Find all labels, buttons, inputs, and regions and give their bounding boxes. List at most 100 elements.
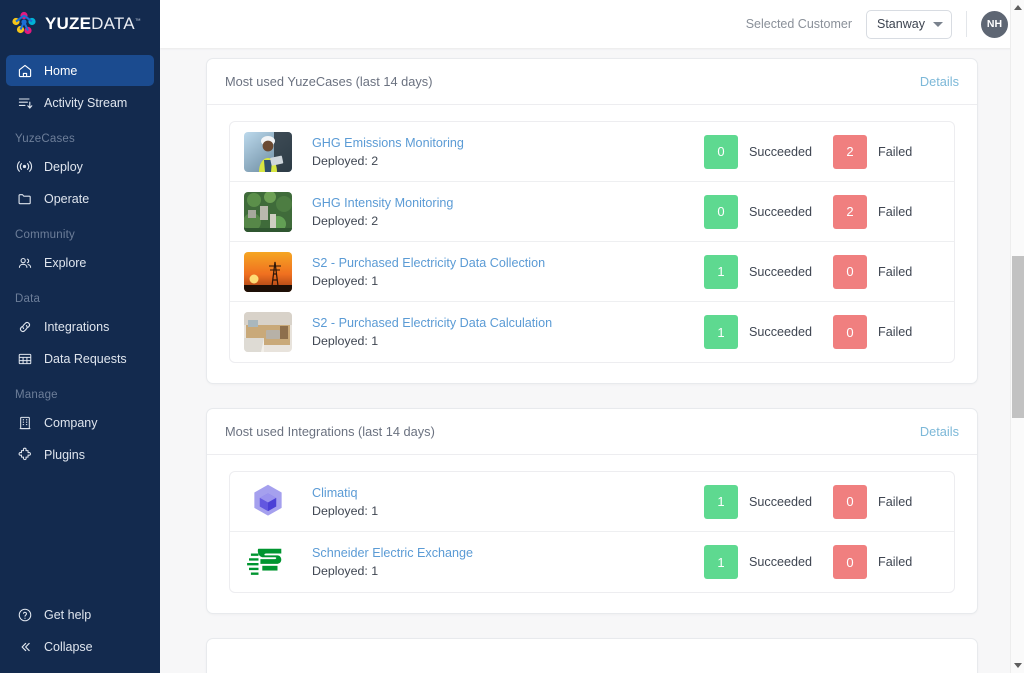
- brand-name-bold: YUZE: [45, 14, 91, 33]
- sidebar-item-get-help-label: Get help: [44, 608, 91, 622]
- list-item[interactable]: S2 - Purchased Electricity Data Collecti…: [230, 242, 954, 302]
- sidebar-item-plugins[interactable]: Plugins: [6, 439, 154, 470]
- details-link[interactable]: Details: [920, 424, 959, 439]
- chevron-down-icon: [933, 22, 943, 27]
- list-item-name[interactable]: Climatiq: [312, 486, 704, 500]
- failed-stat: 2 Failed: [833, 195, 940, 229]
- list-item-stats: 1 Succeeded 0 Failed: [704, 315, 940, 349]
- content-scroll-area[interactable]: Most used YuzeCases (last 14 days) Detai…: [160, 48, 1024, 673]
- succeeded-stat: 1 Succeeded: [704, 315, 811, 349]
- sidebar-item-explore[interactable]: Explore: [6, 247, 154, 278]
- most-used-yuzecases-card: Most used YuzeCases (last 14 days) Detai…: [206, 58, 978, 384]
- sidebar-item-collapse[interactable]: Collapse: [6, 631, 154, 662]
- selected-customer-label: Selected Customer: [746, 17, 852, 31]
- succeeded-stat: 0 Succeeded: [704, 195, 811, 229]
- list-item-name[interactable]: Schneider Electric Exchange: [312, 546, 704, 560]
- office-desk-photo: [244, 312, 292, 352]
- table-icon: [16, 350, 33, 367]
- succeeded-stat: 0 Succeeded: [704, 135, 811, 169]
- list-item-subtitle: Deployed: 1: [312, 274, 704, 288]
- list-item-texts: Schneider Electric Exchange Deployed: 1: [312, 546, 704, 578]
- sidebar-item-data-requests-label: Data Requests: [44, 352, 127, 366]
- sidebar-item-plugins-label: Plugins: [44, 448, 85, 462]
- broadcast-icon: [16, 158, 33, 175]
- brand-name-light: DATA: [91, 14, 135, 33]
- card-header: Most used Integrations (last 14 days) De…: [207, 409, 977, 455]
- sidebar-item-activity-stream[interactable]: Activity Stream: [6, 87, 154, 118]
- list-item-texts: GHG Intensity Monitoring Deployed: 2: [312, 196, 704, 228]
- card-header: [207, 639, 977, 673]
- sidebar-item-get-help[interactable]: Get help: [6, 599, 154, 630]
- customer-select[interactable]: Stanway: [866, 10, 952, 39]
- aerial-green-city-photo: [244, 192, 292, 232]
- sidebar-item-home[interactable]: Home: [6, 55, 154, 86]
- sidebar-item-activity-stream-label: Activity Stream: [44, 96, 127, 110]
- failed-label: Failed: [878, 205, 940, 219]
- yuzedata-logo-icon: [11, 11, 37, 37]
- brand-trademark: ™: [135, 18, 141, 24]
- most-used-integrations-card: Most used Integrations (last 14 days) De…: [206, 408, 978, 614]
- sidebar-group-manage: Manage: [0, 375, 160, 406]
- list-item-name[interactable]: S2 - Purchased Electricity Data Calculat…: [312, 316, 704, 330]
- sidebar-item-data-requests[interactable]: Data Requests: [6, 343, 154, 374]
- home-icon: [16, 62, 33, 79]
- list-item[interactable]: S2 - Purchased Electricity Data Calculat…: [230, 302, 954, 362]
- scroll-down-arrow-icon[interactable]: [1014, 663, 1022, 668]
- list-item-texts: S2 - Purchased Electricity Data Collecti…: [312, 256, 704, 288]
- question-circle-icon: [16, 606, 33, 623]
- vertical-scrollbar[interactable]: [1010, 0, 1024, 673]
- sidebar-item-integrations[interactable]: Integrations: [6, 311, 154, 342]
- succeeded-stat: 1 Succeeded: [704, 485, 811, 519]
- sidebar-spacer: [0, 471, 160, 598]
- succeeded-label: Succeeded: [749, 205, 811, 219]
- link-icon: [16, 318, 33, 335]
- card-body: GHG Emissions Monitoring Deployed: 2 0 S…: [207, 105, 977, 383]
- brand-logo[interactable]: YUZEDATA™: [0, 0, 160, 48]
- people-icon: [16, 254, 33, 271]
- card-header: Most used YuzeCases (last 14 days) Detai…: [207, 59, 977, 105]
- list-item[interactable]: GHG Emissions Monitoring Deployed: 2 0 S…: [230, 122, 954, 182]
- scroll-up-arrow-icon[interactable]: [1014, 5, 1022, 10]
- power-lines-sunset-photo: [244, 252, 292, 292]
- list-item[interactable]: Schneider Electric Exchange Deployed: 1 …: [230, 532, 954, 592]
- failed-count-badge: 2: [833, 135, 867, 169]
- list-item-name[interactable]: GHG Emissions Monitoring: [312, 136, 704, 150]
- chevrons-left-icon: [16, 638, 33, 655]
- list-item[interactable]: Climatiq Deployed: 1 1 Succeeded 0: [230, 472, 954, 532]
- details-link[interactable]: Details: [920, 74, 959, 89]
- list-item-subtitle: Deployed: 2: [312, 214, 704, 228]
- app-root: YUZEDATA™ Home Act: [0, 0, 1024, 673]
- list-item[interactable]: GHG Intensity Monitoring Deployed: 2 0 S…: [230, 182, 954, 242]
- succeeded-count-badge: 1: [704, 255, 738, 289]
- avatar[interactable]: NH: [981, 11, 1008, 38]
- failed-stat: 2 Failed: [833, 135, 940, 169]
- failed-stat: 0 Failed: [833, 545, 940, 579]
- brand-wordmark: YUZEDATA™: [45, 14, 141, 34]
- sidebar-item-operate[interactable]: Operate: [6, 183, 154, 214]
- list-item-name[interactable]: GHG Intensity Monitoring: [312, 196, 704, 210]
- puzzle-icon: [16, 446, 33, 463]
- sidebar-item-company[interactable]: Company: [6, 407, 154, 438]
- failed-stat: 0 Failed: [833, 485, 940, 519]
- list-item-texts: S2 - Purchased Electricity Data Calculat…: [312, 316, 704, 348]
- succeeded-label: Succeeded: [749, 495, 811, 509]
- sidebar-item-deploy[interactable]: Deploy: [6, 151, 154, 182]
- scrollbar-thumb[interactable]: [1012, 256, 1024, 418]
- customer-select-value: Stanway: [877, 17, 925, 31]
- succeeded-count-badge: 1: [704, 315, 738, 349]
- topbar-divider: [966, 11, 967, 37]
- card-title: Most used YuzeCases (last 14 days): [225, 74, 432, 89]
- list-item-stats: 0 Succeeded 2 Failed: [704, 135, 940, 169]
- succeeded-stat: 1 Succeeded: [704, 255, 811, 289]
- sidebar: YUZEDATA™ Home Act: [0, 0, 160, 673]
- list-item-name[interactable]: S2 - Purchased Electricity Data Collecti…: [312, 256, 704, 270]
- failed-label: Failed: [878, 265, 940, 279]
- failed-label: Failed: [878, 495, 940, 509]
- succeeded-label: Succeeded: [749, 265, 811, 279]
- list-item-subtitle: Deployed: 1: [312, 504, 704, 518]
- integrations-list: Climatiq Deployed: 1 1 Succeeded 0: [229, 471, 955, 593]
- sidebar-item-home-label: Home: [44, 64, 77, 78]
- sidebar-item-explore-label: Explore: [44, 256, 86, 270]
- yuzecases-list: GHG Emissions Monitoring Deployed: 2 0 S…: [229, 121, 955, 363]
- list-item-texts: GHG Emissions Monitoring Deployed: 2: [312, 136, 704, 168]
